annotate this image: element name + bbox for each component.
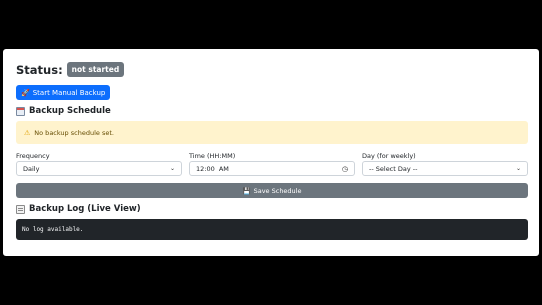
day-select[interactable]: -- Select Day -- ⌄ <box>362 161 528 176</box>
frequency-select[interactable]: Daily ⌄ <box>16 161 182 176</box>
backup-log-text: No log available. <box>22 226 84 233</box>
chevron-down-icon: ⌄ <box>515 165 521 172</box>
status-label: Status: <box>16 62 63 77</box>
backup-log-view[interactable]: No log available. <box>16 219 528 240</box>
chevron-down-icon: ⌄ <box>169 165 175 172</box>
time-input[interactable]: 12:00 AM ◷ <box>189 161 355 176</box>
time-value: 12:00 AM <box>196 164 229 173</box>
calendar-icon <box>16 106 25 116</box>
backup-log-title: Backup Log (Live View) <box>29 204 141 214</box>
status-row: Status: not started <box>16 62 125 77</box>
frequency-label: Frequency <box>16 152 50 160</box>
save-schedule-button[interactable]: 💾 Save Schedule <box>16 183 528 198</box>
frequency-value: Daily <box>23 164 40 173</box>
no-schedule-alert-text: No backup schedule set. <box>34 128 114 137</box>
warning-icon: ⚠ <box>24 128 31 137</box>
clock-icon[interactable]: ◷ <box>342 165 348 173</box>
rocket-icon: 🚀 <box>21 88 30 97</box>
floppy-disk-icon: 💾 <box>242 186 251 195</box>
day-value: -- Select Day -- <box>369 164 418 173</box>
backup-schedule-heading: Backup Schedule <box>16 106 111 116</box>
clipboard-icon <box>16 204 25 214</box>
save-schedule-label: Save Schedule <box>253 186 302 195</box>
backup-panel: Status: not started 🚀 Start Manual Backu… <box>3 49 539 256</box>
time-label: Time (HH:MM) <box>189 152 236 160</box>
backup-log-heading: Backup Log (Live View) <box>16 204 141 214</box>
no-schedule-alert: ⚠ No backup schedule set. <box>16 121 528 144</box>
start-manual-backup-label: Start Manual Backup <box>32 88 106 97</box>
status-badge: not started <box>66 62 125 77</box>
start-manual-backup-button[interactable]: 🚀 Start Manual Backup <box>16 85 111 100</box>
backup-schedule-title: Backup Schedule <box>29 106 111 116</box>
day-label: Day (for weekly) <box>362 152 416 160</box>
